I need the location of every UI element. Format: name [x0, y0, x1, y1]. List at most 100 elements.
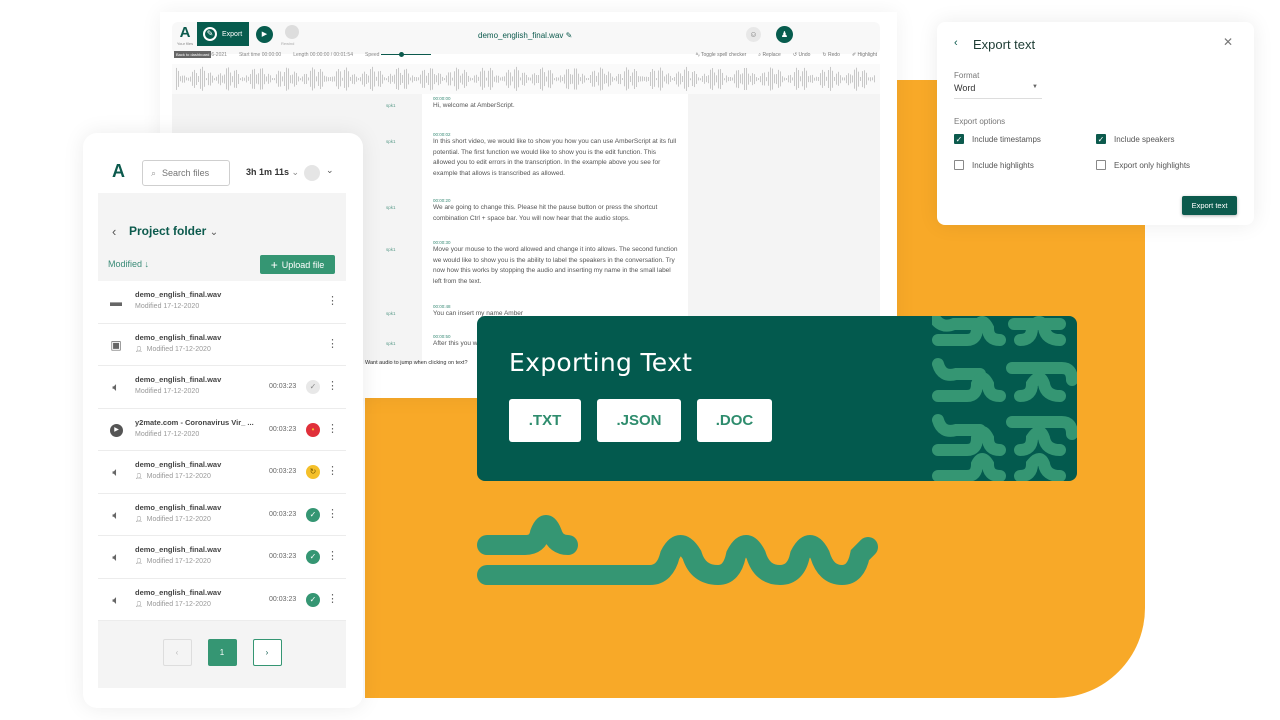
- file-name[interactable]: demo_english_final.wav: [135, 545, 221, 554]
- option-label: Export only highlights: [1114, 160, 1191, 170]
- format-json-button[interactable]: .JSON: [597, 399, 681, 442]
- export-button[interactable]: ✎ Export: [197, 22, 249, 46]
- more-options-icon[interactable]: ⋮: [327, 379, 338, 393]
- format-doc-button[interactable]: .DOC: [697, 399, 772, 442]
- speaker-label[interactable]: spk1: [386, 139, 396, 144]
- segment-text[interactable]: In this short video, we would like to sh…: [433, 137, 679, 179]
- file-row[interactable]: ▶ y2mate.com - Coronavirus Vir_ ... Modifi…: [98, 408, 346, 451]
- export-only-highlights-checkbox[interactable]: Export only highlights: [1096, 160, 1190, 170]
- waveform-bar: [816, 77, 817, 81]
- back-chevron-icon[interactable]: ‹: [112, 224, 116, 239]
- avatar[interactable]: [304, 165, 320, 181]
- include-speakers-checkbox[interactable]: ✓ Include speakers: [1096, 134, 1174, 144]
- speaker-label[interactable]: spk1: [386, 341, 396, 346]
- file-row[interactable]: ▬ demo_english_final.wav Modified 17-12-20…: [98, 281, 346, 324]
- file-row[interactable]: 🔈︎ demo_english_final.wav 👤︎ Modified 17-12…: [98, 451, 346, 494]
- segment-text[interactable]: We are going to change this. Please hit …: [433, 203, 679, 224]
- editor-filename[interactable]: demo_english_final.wav ✎: [478, 31, 572, 40]
- file-name[interactable]: y2mate.com - Coronavirus Vir_ ...: [135, 418, 254, 427]
- file-name[interactable]: demo_english_final.wav: [135, 333, 221, 342]
- more-options-icon[interactable]: ⋮: [327, 337, 338, 351]
- waveform-bar: [600, 67, 601, 91]
- modified-text: Modified 17-12-2020: [135, 388, 200, 395]
- amberscript-logo-icon[interactable]: A: [112, 161, 125, 182]
- waveform-bar: [238, 73, 239, 85]
- waveform-bar: [760, 75, 761, 83]
- sort-modified[interactable]: Modified ↓: [108, 259, 149, 269]
- tool-toggle-spell-checker[interactable]: ᴬᵥ Toggle spell checker: [696, 52, 747, 58]
- file-row[interactable]: 🔈︎ demo_english_final.wav 👤︎ Modified 17-12…: [98, 578, 346, 621]
- tool-replace[interactable]: ⌕ Replace: [758, 52, 781, 58]
- more-options-icon[interactable]: ⋮: [327, 294, 338, 308]
- more-options-icon[interactable]: ⋮: [327, 549, 338, 563]
- segment-text[interactable]: Hi, welcome at AmberScript.: [433, 101, 679, 112]
- waveform-bar: [590, 74, 591, 84]
- speaker-label[interactable]: spk1: [386, 205, 396, 210]
- speaker-label[interactable]: spk1: [386, 247, 396, 252]
- more-options-icon[interactable]: ⋮: [327, 464, 338, 478]
- transcript-segment[interactable]: spk1 00:00:30 Move your mouse to the word …: [386, 240, 688, 287]
- speaker-label[interactable]: spk1: [386, 311, 396, 316]
- waveform-bar: [382, 74, 383, 84]
- file-name[interactable]: demo_english_final.wav: [135, 460, 221, 469]
- next-page-button[interactable]: ›: [252, 639, 282, 666]
- file-row[interactable]: 🔈︎ demo_english_final.wav Modified 17-12-2…: [98, 366, 346, 409]
- waveform-bar: [196, 73, 197, 85]
- credit-time-dropdown[interactable]: 3h 1m 11s ⌄: [246, 167, 299, 178]
- speaker-label[interactable]: spk1: [386, 103, 396, 108]
- waveform-bar: [494, 76, 495, 82]
- transcript-segment[interactable]: spk1 00:00:02 In this short video, we woul…: [386, 132, 688, 179]
- tool-redo[interactable]: ↻ Redo: [822, 52, 840, 58]
- file-row[interactable]: 🔈︎ demo_english_final.wav 👤︎ Modified 17-12…: [98, 536, 346, 579]
- rewind-icon[interactable]: [285, 25, 299, 39]
- folder-title-dropdown[interactable]: Project folder ⌄: [129, 224, 218, 238]
- play-button[interactable]: ▶: [256, 26, 273, 43]
- chevron-down-icon[interactable]: ⌄: [326, 165, 334, 176]
- waveform-bar: [286, 67, 287, 91]
- file-name[interactable]: demo_english_final.wav: [135, 588, 221, 597]
- audio-waveform[interactable]: [172, 64, 880, 94]
- file-name[interactable]: demo_english_final.wav: [135, 503, 221, 512]
- format-txt-button[interactable]: .TXT: [509, 399, 581, 442]
- transcript-segment[interactable]: spk1 00:00:20 We are going to change this.…: [386, 198, 688, 224]
- upload-file-button[interactable]: + Upload file: [260, 255, 335, 274]
- search-input[interactable]: [162, 168, 223, 178]
- more-options-icon[interactable]: ⋮: [327, 592, 338, 606]
- format-select[interactable]: Word ▼: [954, 83, 1042, 99]
- tool-undo[interactable]: ↺ Undo: [793, 52, 811, 58]
- waveform-bar: [738, 69, 739, 89]
- prev-page-button[interactable]: ‹: [162, 639, 192, 666]
- more-options-icon[interactable]: ⋮: [327, 507, 338, 521]
- speakers-icon[interactable]: ♟: [776, 26, 793, 43]
- tool-highlight[interactable]: ✐ Highlight: [852, 52, 877, 58]
- waveform-bar: [580, 76, 581, 82]
- page-button-current[interactable]: 1: [207, 639, 237, 666]
- start-time-value[interactable]: 00:00:00: [262, 52, 281, 58]
- waveform-bar: [500, 77, 501, 81]
- file-row[interactable]: 🔈︎ demo_english_final.wav 👤︎ Modified 17-12…: [98, 493, 346, 536]
- file-name[interactable]: demo_english_final.wav: [135, 375, 221, 384]
- waveform-bar: [678, 71, 679, 87]
- segment-text[interactable]: Move your mouse to the word allowed and …: [433, 245, 679, 287]
- modified-text: Modified 17-12-2020: [146, 600, 211, 608]
- transcript-segment[interactable]: spk1 00:00:00 Hi, welcome at AmberScript.: [386, 96, 688, 112]
- include-highlights-checkbox[interactable]: Include highlights: [954, 160, 1034, 170]
- export-text-button[interactable]: Export text: [1182, 196, 1237, 215]
- file-duration: 00:03:23: [269, 425, 297, 433]
- waveform-bar: [364, 71, 365, 87]
- file-name[interactable]: demo_english_final.wav: [135, 290, 221, 299]
- waveform-bar: [690, 77, 691, 81]
- more-options-icon[interactable]: ⋮: [327, 422, 338, 436]
- search-box[interactable]: ⌕: [142, 160, 230, 186]
- user-avatar-icon[interactable]: ☺: [746, 27, 761, 42]
- include-timestamps-checkbox[interactable]: ✓ Include timestamps: [954, 134, 1041, 144]
- waveform-bar: [854, 69, 855, 89]
- file-row[interactable]: ▣ demo_english_final.wav 👤︎ Modified 17-12-…: [98, 323, 346, 366]
- back-chevron-icon[interactable]: ‹: [954, 37, 958, 49]
- your-files-button[interactable]: A Your files: [174, 24, 196, 46]
- waveform-bar: [584, 75, 585, 83]
- speed-slider[interactable]: [380, 52, 431, 58]
- back-to-dashboard-tooltip[interactable]: Back to dashboard: [174, 51, 212, 58]
- close-icon[interactable]: ✕: [1223, 35, 1233, 49]
- waveform-bar: [688, 70, 689, 88]
